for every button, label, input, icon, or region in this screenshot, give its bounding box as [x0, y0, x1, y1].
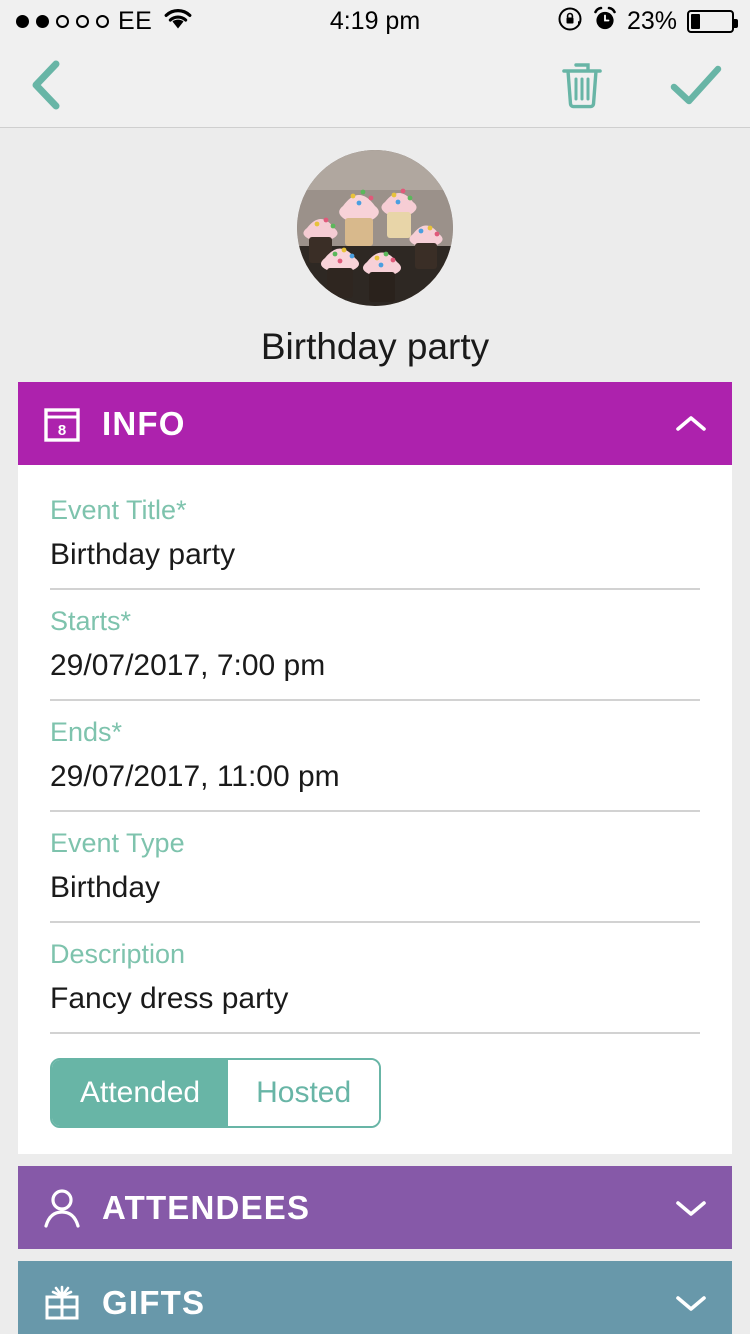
toggle-option-hosted[interactable]: Hosted — [228, 1060, 380, 1126]
field-label: Description — [50, 939, 186, 969]
attendance-toggle[interactable]: Attended Hosted — [50, 1058, 382, 1128]
info-card: 8 INFO Event Title* Birthday party Start… — [18, 382, 732, 1154]
signal-dot — [16, 14, 29, 28]
signal-dot — [96, 14, 109, 28]
gifts-card: GIFTS — [18, 1261, 732, 1334]
field-description[interactable]: Description Fancy dress party — [50, 923, 700, 1034]
field-value[interactable]: 29/07/2017, 11:00 pm — [50, 752, 700, 810]
signal-dot — [76, 14, 89, 28]
field-event-type[interactable]: Event Type Birthday — [50, 812, 700, 923]
battery-icon — [687, 9, 738, 33]
field-label: Starts* — [50, 606, 132, 636]
signal-dot — [36, 14, 49, 28]
status-bar-left: EE — [16, 7, 193, 36]
section-label-gifts: GIFTS — [102, 1283, 206, 1321]
field-label: Event Type — [50, 828, 185, 858]
nav-bar-actions — [558, 59, 724, 111]
rotation-lock-icon — [557, 6, 583, 37]
section-label-info: INFO — [102, 404, 186, 442]
section-label-attendees: ATTENDEES — [102, 1188, 311, 1226]
signal-strength-dots — [16, 14, 109, 28]
chevron-up-icon[interactable] — [674, 413, 708, 435]
person-icon — [42, 1187, 94, 1229]
field-starts[interactable]: Starts* 29/07/2017, 7:00 pm — [50, 590, 700, 701]
field-value[interactable]: Birthday — [50, 863, 700, 921]
field-value[interactable]: Birthday party — [50, 530, 700, 588]
delete-button[interactable] — [558, 59, 606, 111]
field-divider — [50, 1032, 700, 1034]
info-body: Event Title* Birthday party Starts* 29/0… — [18, 465, 732, 1154]
field-value[interactable]: Fancy dress party — [50, 974, 700, 1032]
signal-dot — [56, 14, 69, 28]
alarm-clock-icon — [593, 6, 617, 37]
battery-percentage: 23% — [626, 6, 677, 35]
section-header-info[interactable]: 8 INFO — [18, 382, 732, 465]
field-event-title[interactable]: Event Title* Birthday party — [50, 479, 700, 590]
carrier-label: EE — [118, 6, 153, 35]
page-title: Birthday party — [260, 326, 490, 367]
field-ends[interactable]: Ends* 29/07/2017, 11:00 pm — [50, 701, 700, 812]
calendar-icon: 8 — [42, 404, 94, 444]
confirm-button[interactable] — [668, 61, 724, 109]
cupcakes-photo — [297, 150, 453, 306]
section-header-attendees[interactable]: ATTENDEES — [18, 1166, 732, 1249]
nav-bar — [0, 42, 750, 128]
attendance-toggle-wrap: Attended Hosted — [50, 1058, 700, 1128]
field-label: Ends* — [50, 717, 123, 747]
svg-text:8: 8 — [58, 422, 66, 439]
event-hero: Birthday party — [0, 128, 750, 382]
wifi-icon — [163, 7, 193, 35]
status-bar: EE 4:19 pm 23% — [0, 0, 750, 42]
field-label: Event Title* — [50, 495, 187, 525]
section-header-gifts[interactable]: GIFTS — [18, 1261, 732, 1334]
chevron-down-icon[interactable] — [674, 1197, 708, 1219]
gift-icon — [42, 1283, 94, 1323]
avatar[interactable] — [297, 150, 453, 306]
battery-fill — [691, 13, 700, 29]
field-value[interactable]: 29/07/2017, 7:00 pm — [50, 641, 700, 699]
back-button[interactable] — [26, 58, 68, 112]
toggle-option-attended[interactable]: Attended — [52, 1060, 229, 1126]
attendees-card: ATTENDEES — [18, 1166, 732, 1249]
chevron-down-icon[interactable] — [674, 1292, 708, 1314]
status-bar-right: 23% — [557, 6, 738, 37]
